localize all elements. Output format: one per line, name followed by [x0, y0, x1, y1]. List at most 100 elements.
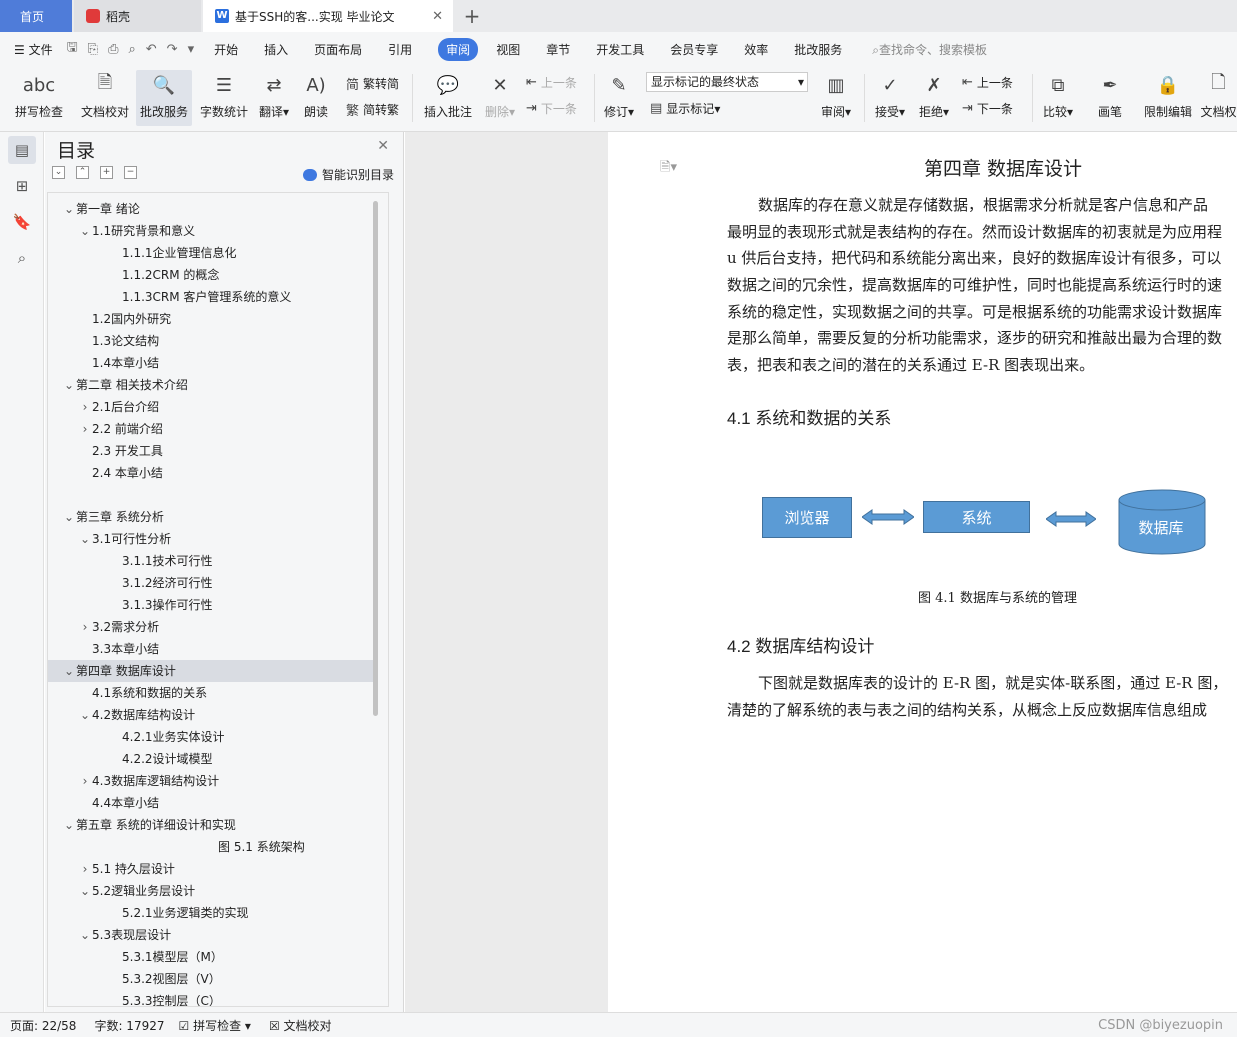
prev-comment-button[interactable]: ⇤ 上一条 [526, 74, 577, 91]
bookmark-icon[interactable]: 🔖 [8, 208, 36, 236]
toc-item[interactable]: › 4.3数据库逻辑结构设计 [48, 770, 378, 792]
undo-icon[interactable]: ↶ [146, 42, 157, 57]
chevron-right-icon[interactable]: › [78, 770, 92, 792]
chevron-down-icon[interactable]: ⌄ [78, 704, 92, 726]
preview-icon[interactable]: ⌕ [128, 42, 135, 57]
toc-item[interactable]: › 5.1 持久层设计 [48, 858, 378, 880]
menu-efficiency[interactable]: 效率 [744, 41, 768, 58]
toc-item[interactable]: ⌄ 第一章 绪论 [48, 198, 378, 220]
trad-to-simp-button[interactable]: 简繁转简 [346, 74, 399, 93]
more-icon[interactable]: ▾ [188, 42, 195, 57]
toc-item[interactable]: 3.3本章小结 [48, 638, 378, 660]
toc-item[interactable]: 3.1.3操作可行性 [48, 594, 378, 616]
pen-button[interactable]: ✒ 画笔 [1090, 70, 1130, 126]
toc-item[interactable]: › 3.2需求分析 [48, 616, 378, 638]
toc-item[interactable]: › 2.1后台介绍 [48, 396, 378, 418]
toc-item[interactable]: 4.1系统和数据的关系 [48, 682, 378, 704]
chevron-down-icon[interactable]: ⌄ [62, 814, 76, 836]
toc-item[interactable]: 4.2.2设计域模型 [48, 748, 378, 770]
insert-comment-button[interactable]: 💬 插入批注 [420, 70, 476, 126]
restrict-edit-button[interactable]: 🔒 限制编辑 [1140, 70, 1196, 126]
file-menu[interactable]: ☰ 文件 [14, 41, 53, 58]
toc-item[interactable]: 1.3论文结构 [48, 330, 378, 352]
expand-all-icon[interactable]: ⌃ [76, 166, 89, 179]
toc-item[interactable]: ⌄ 第二章 相关技术介绍 [48, 374, 378, 396]
chevron-down-icon[interactable]: ⌄ [78, 924, 92, 946]
menu-reference[interactable]: 引用 [388, 41, 412, 58]
toc-item[interactable]: 5.3.1模型层（M） [48, 946, 378, 968]
tab-home[interactable]: 首页 [0, 0, 72, 32]
tab-daoke[interactable]: 稻壳 [74, 0, 201, 32]
toc-item[interactable]: ⌄ 1.1研究背景和意义 [48, 220, 378, 242]
remove-level-icon[interactable]: − [124, 166, 137, 179]
menu-layout[interactable]: 页面布局 [314, 41, 362, 58]
toc-item[interactable]: 3.1.1技术可行性 [48, 550, 378, 572]
toc-item[interactable]: ⌄ 5.2逻辑业务层设计 [48, 880, 378, 902]
save-icon[interactable]: 🖫 [67, 38, 78, 60]
accept-button[interactable]: ✓ 接受▾ [870, 70, 910, 126]
toc-item[interactable]: ⌄ 4.2数据库结构设计 [48, 704, 378, 726]
smart-toc-button[interactable]: 智能识别目录 [302, 166, 394, 183]
doc-proof-toggle[interactable]: ☒ 文档校对 [269, 1017, 332, 1034]
chevron-down-icon[interactable]: ⌄ [62, 374, 76, 396]
toc-item[interactable]: 4.4本章小结 [48, 792, 378, 814]
chevron-down-icon[interactable]: ⌄ [62, 506, 76, 528]
simp-to-trad-button[interactable]: 繁简转繁 [346, 100, 399, 119]
toc-item[interactable]: 1.1.1企业管理信息化 [48, 242, 378, 264]
toc-item[interactable]: 1.2国内外研究 [48, 308, 378, 330]
toc-item[interactable]: 1.1.3CRM 客户管理系统的意义 [48, 286, 378, 308]
menu-view[interactable]: 视图 [496, 41, 520, 58]
toc-item[interactable]: 图 5.1 系统架构 [48, 836, 378, 858]
review-service-button[interactable]: 🔍 批改服务 [136, 70, 192, 126]
menu-review-service[interactable]: 批改服务 [794, 41, 842, 58]
doc-rights-button[interactable]: 🗋 文档权 [1200, 70, 1237, 126]
compare-button[interactable]: ⧉ 比较▾ [1038, 70, 1078, 126]
page-indicator[interactable]: 页面: 22/58 [10, 1017, 76, 1034]
reject-button[interactable]: ✗ 拒绝▾ [914, 70, 954, 126]
menu-devtools[interactable]: 开发工具 [596, 41, 644, 58]
command-search[interactable]: ⌕查找命令、搜索模板 [872, 41, 987, 58]
toc-item[interactable]: 5.3.2视图层（V） [48, 968, 378, 990]
menu-chapter[interactable]: 章节 [546, 41, 570, 58]
menu-member[interactable]: 会员专享 [670, 41, 718, 58]
toc-item[interactable]: › 2.2 前端介绍 [48, 418, 378, 440]
chevron-down-icon[interactable]: ⌄ [78, 220, 92, 242]
toc-item[interactable]: ⌄ 第三章 系统分析 [48, 506, 378, 528]
chevron-down-icon[interactable]: ⌄ [62, 198, 76, 220]
revise-button[interactable]: ✎ 修订▾ [600, 70, 638, 126]
chevron-right-icon[interactable]: › [78, 858, 92, 880]
toc-item[interactable]: ⌄ 第五章 系统的详细设计和实现 [48, 814, 378, 836]
search-icon[interactable]: ⌕ [8, 244, 36, 272]
toc-item[interactable]: ⌄ 3.1可行性分析 [48, 528, 378, 550]
delete-comment-button[interactable]: ✕ 删除▾ [480, 70, 520, 126]
chevron-right-icon[interactable]: › [78, 616, 92, 638]
toc-item[interactable] [48, 484, 378, 506]
show-markup-button[interactable]: ▤ 显示标记 ▾ [650, 100, 720, 117]
spell-check-button[interactable]: abc 拼写检查 [8, 70, 70, 126]
chevron-down-icon[interactable]: ⌄ [78, 528, 92, 550]
toc-item[interactable]: 4.2.1业务实体设计 [48, 726, 378, 748]
menu-review[interactable]: 审阅 [438, 37, 479, 61]
toc-item[interactable]: 5.3.3控制层（C） [48, 990, 378, 1006]
next-comment-button[interactable]: ⇥ 下一条 [526, 100, 577, 117]
doc-check-button[interactable]: 🗎 文档校对 [76, 70, 134, 126]
chevron-right-icon[interactable]: › [78, 396, 92, 418]
close-icon[interactable]: ✕ [377, 138, 389, 154]
toc-item[interactable]: 1.4本章小结 [48, 352, 378, 374]
translate-button[interactable]: ⇄ 翻译▾ [256, 70, 292, 126]
export-icon[interactable]: ⎘ [88, 42, 98, 57]
review-pane-button[interactable]: ▥ 审阅▾ [816, 70, 856, 126]
word-count[interactable]: 字数: 17927 [94, 1017, 164, 1034]
chevron-down-icon[interactable]: ⌄ [62, 660, 76, 682]
toc-item[interactable]: ⌄ 5.3表现层设计 [48, 924, 378, 946]
toc-scrollbar[interactable] [373, 201, 378, 716]
redo-icon[interactable]: ↷ [167, 42, 178, 57]
toc-panel-icon[interactable]: ▤ [8, 136, 36, 164]
print-icon[interactable]: ⎙ [108, 42, 118, 57]
menu-start[interactable]: 开始 [214, 41, 238, 58]
toc-item[interactable]: 5.2.1业务逻辑类的实现 [48, 902, 378, 924]
add-level-icon[interactable]: + [100, 166, 113, 179]
new-tab-button[interactable]: + [460, 0, 484, 32]
spell-check-toggle[interactable]: ☑ 拼写检查 ▾ [179, 1017, 251, 1034]
toc-item[interactable]: 1.1.2CRM 的概念 [48, 264, 378, 286]
